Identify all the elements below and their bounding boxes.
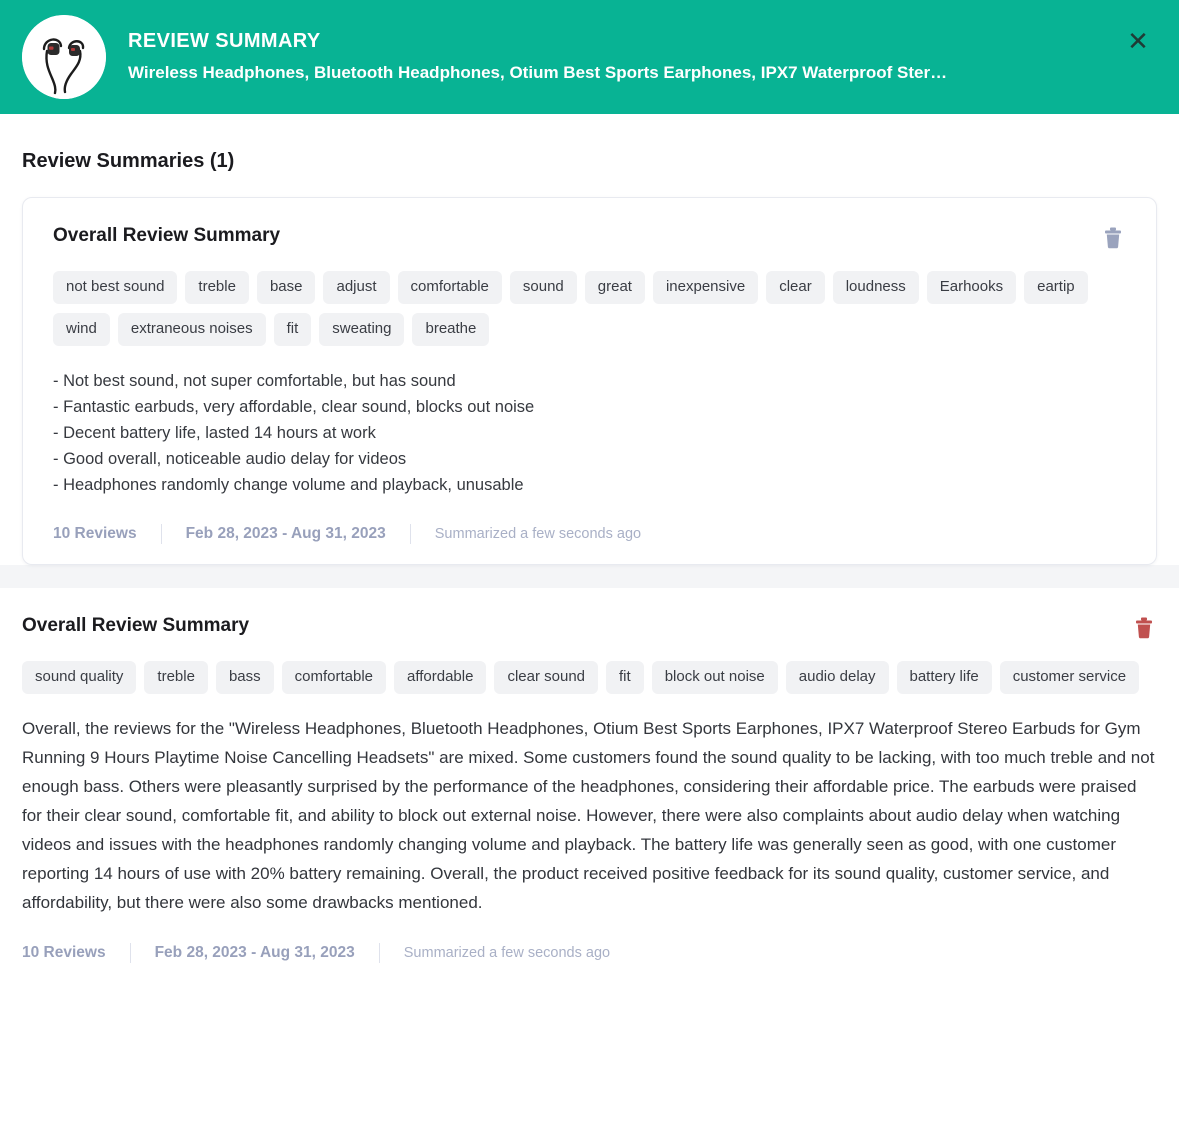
keyword-tag[interactable]: Earhooks: [926, 271, 1017, 304]
delete-summary-button[interactable]: [1131, 614, 1157, 642]
summary-bullet: - Good overall, noticeable audio delay f…: [53, 450, 407, 468]
keyword-tag[interactable]: clear: [766, 271, 825, 304]
page-title: REVIEW SUMMARY: [128, 30, 321, 52]
keyword-tag[interactable]: treble: [144, 661, 208, 694]
card-title: Overall Review Summary: [53, 225, 281, 246]
card-header: Overall Review Summary: [22, 614, 1157, 642]
keyword-tag[interactable]: clear sound: [494, 661, 599, 694]
date-range: Feb 28, 2023 - Aug 31, 2023: [154, 944, 355, 961]
page-body: Review Summaries (1) Overall Review Summ…: [0, 114, 1179, 963]
summarized-timestamp: Summarized a few seconds ago: [403, 945, 611, 961]
product-thumbnail: [22, 15, 106, 99]
date-range: Feb 28, 2023 - Aug 31, 2023: [185, 525, 386, 542]
meta-divider: [160, 524, 162, 544]
section-heading: Review Summaries (1): [22, 150, 235, 172]
card-title: Overall Review Summary: [22, 615, 250, 636]
meta-divider: [378, 943, 380, 963]
review-count: 10 Reviews: [22, 944, 106, 961]
trash-icon: [1136, 617, 1152, 639]
keyword-tag[interactable]: loudness: [832, 271, 919, 304]
close-icon[interactable]: ✕: [1123, 26, 1153, 56]
review-summary-header: REVIEW SUMMARY Wireless Headphones, Blue…: [0, 0, 1179, 114]
keyword-tag[interactable]: battery life: [896, 661, 992, 694]
keyword-tag[interactable]: comfortable: [281, 661, 386, 694]
keyword-tag[interactable]: treble: [185, 271, 249, 304]
keyword-tag[interactable]: not best sound: [53, 271, 178, 304]
keyword-tag[interactable]: fit: [606, 661, 644, 694]
review-summary-card: Overall Review Summary sound quality tre…: [0, 588, 1179, 963]
summary-bullet-list: - Not best sound, not super comfortable,…: [53, 368, 1126, 498]
review-summary-card: Overall Review Summary not best sound tr…: [22, 197, 1157, 565]
keyword-tag[interactable]: breathe: [412, 313, 490, 346]
keyword-tag[interactable]: bass: [215, 661, 274, 694]
keyword-tag[interactable]: great: [584, 271, 645, 304]
keyword-tag[interactable]: adjust: [323, 271, 390, 304]
delete-summary-button[interactable]: [1100, 224, 1126, 252]
meta-divider: [409, 524, 411, 544]
summarized-timestamp: Summarized a few seconds ago: [434, 526, 642, 542]
keyword-tag[interactable]: sound quality: [22, 661, 137, 694]
keyword-tag[interactable]: affordable: [394, 661, 487, 694]
keyword-tag-list: sound quality treble bass comfortable af…: [22, 661, 1157, 694]
keyword-tag[interactable]: audio delay: [785, 661, 889, 694]
product-name: Wireless Headphones, Bluetooth Headphone…: [128, 63, 948, 82]
card-separator: [0, 565, 1179, 588]
keyword-tag[interactable]: block out noise: [651, 661, 778, 694]
keyword-tag[interactable]: fit: [273, 313, 312, 346]
card-footer-meta: 10 Reviews Feb 28, 2023 - Aug 31, 2023 S…: [53, 524, 1126, 544]
summary-bullet: - Headphones randomly change volume and …: [53, 476, 524, 494]
summary-bullet: - Fantastic earbuds, very affordable, cl…: [53, 398, 535, 416]
keyword-tag[interactable]: sweating: [319, 313, 405, 346]
summary-bullet: - Decent battery life, lasted 14 hours a…: [53, 424, 376, 442]
keyword-tag-list: not best sound treble base adjust comfor…: [53, 271, 1126, 346]
card-footer-meta: 10 Reviews Feb 28, 2023 - Aug 31, 2023 S…: [22, 943, 1157, 963]
keyword-tag[interactable]: extraneous noises: [117, 313, 266, 346]
keyword-tag[interactable]: eartip: [1024, 271, 1088, 304]
keyword-tag[interactable]: sound: [509, 271, 577, 304]
keyword-tag[interactable]: inexpensive: [652, 271, 759, 304]
trash-icon: [1105, 227, 1121, 249]
keyword-tag[interactable]: wind: [53, 313, 110, 346]
keyword-tag[interactable]: customer service: [999, 661, 1140, 694]
review-summary-cards: Overall Review Summary not best sound tr…: [0, 197, 1179, 963]
wireless-earbuds-product-photo-icon: [22, 15, 106, 99]
keyword-tag[interactable]: comfortable: [397, 271, 502, 304]
keyword-tag[interactable]: base: [256, 271, 316, 304]
summary-bullet: - Not best sound, not super comfortable,…: [53, 372, 456, 390]
card-header: Overall Review Summary: [53, 224, 1126, 252]
summary-paragraph: Overall, the reviews for the "Wireless H…: [22, 719, 1155, 912]
review-count: 10 Reviews: [53, 525, 137, 542]
header-text-block: REVIEW SUMMARY Wireless Headphones, Blue…: [128, 28, 1161, 86]
meta-divider: [129, 943, 131, 963]
